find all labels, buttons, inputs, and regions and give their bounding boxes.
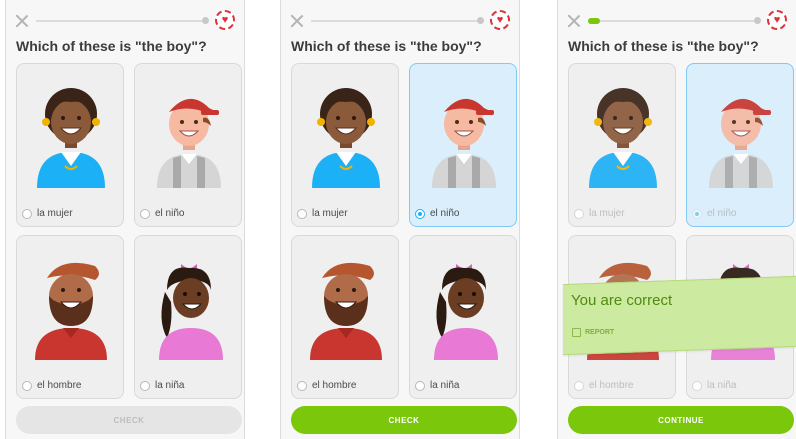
lesson-screen-3: ♥ Which of these is "the boy"? la mujer [557,0,796,439]
option-label: la mujer [37,208,73,219]
check-button[interactable]: CHECK [291,406,517,434]
radio-button [574,380,584,391]
top-bar: ♥ [281,8,519,36]
heart-icon: ♥ [767,10,787,30]
option-label: el hombre [312,380,357,391]
question-title: Which of these is "the boy"? [291,38,482,54]
option-label: el hombre [37,380,82,391]
option-label: el hombre [589,380,634,391]
option-label: la niña [155,380,185,391]
option-choice[interactable]: la mujer [22,208,73,219]
option-label: el niño [155,208,185,219]
option-card-el-nino: el niño [686,63,794,227]
option-choice[interactable]: la niña [140,380,184,391]
option-card-el-hombre[interactable]: el hombre [16,235,124,399]
top-bar: ♥ [558,8,796,36]
girl-avatar-icon [434,264,498,360]
radio-button [574,208,584,219]
option-choice: el niño [692,208,736,219]
top-bar: ♥ [6,8,244,36]
option-choice: la mujer [574,208,625,219]
radio-button-selected [692,208,702,219]
radio-button[interactable] [415,380,425,391]
close-icon[interactable] [567,14,581,28]
option-choice[interactable]: el niño [415,208,459,219]
radio-button[interactable] [22,380,32,391]
option-label: la mujer [589,208,625,219]
flag-icon [572,328,581,337]
option-card-la-nina[interactable]: la niña [409,235,517,399]
radio-button [692,380,702,391]
close-icon[interactable] [15,14,29,28]
progress-end-dot [477,17,484,24]
heart-icon: ♥ [215,10,235,30]
option-choice[interactable]: la niña [415,380,459,391]
boy-avatar-icon [432,98,496,188]
lesson-screen-2: ♥ Which of these is "the boy"? la mujer [280,0,520,439]
radio-button-selected[interactable] [415,208,425,219]
continue-button[interactable]: CONTINUE [568,406,794,434]
question-title: Which of these is "the boy"? [568,38,759,54]
radio-button[interactable] [140,208,150,219]
option-card-el-nino[interactable]: el niño [134,63,242,227]
boy-avatar-icon [157,98,221,188]
radio-button[interactable] [140,380,150,391]
option-label: el niño [707,208,737,219]
radio-button[interactable] [297,380,307,391]
option-card-el-nino[interactable]: el niño [409,63,517,227]
woman-avatar-icon [37,88,105,188]
question-title: Which of these is "the boy"? [16,38,207,54]
option-card-el-hombre[interactable]: el hombre [291,235,399,399]
option-choice[interactable]: el hombre [297,380,356,391]
man-avatar-icon [35,262,107,360]
option-choice: el hombre [574,380,633,391]
progress-bar [311,17,484,24]
report-link[interactable]: REPORT [572,328,614,337]
option-choice[interactable]: el hombre [22,380,81,391]
heart-icon: ♥ [490,10,510,30]
option-card-la-nina[interactable]: la niña [134,235,242,399]
progress-bar [588,17,761,24]
progress-end-dot [754,17,761,24]
woman-avatar-icon [312,88,380,188]
correct-feedback-banner: You are correct REPORT [563,275,796,356]
radio-button[interactable] [22,208,32,219]
progress-end-dot [202,17,209,24]
option-card-la-mujer[interactable]: la mujer [291,63,399,227]
option-label: la niña [707,380,737,391]
option-label: el niño [430,208,460,219]
boy-avatar-icon [709,98,773,188]
option-label: la mujer [312,208,348,219]
progress-fill [588,18,600,24]
option-choice[interactable]: la mujer [297,208,348,219]
girl-avatar-icon [159,264,223,360]
check-button[interactable]: CHECK [16,406,242,434]
report-label: REPORT [585,329,615,336]
radio-button[interactable] [297,208,307,219]
progress-bar [36,17,209,24]
feedback-title: You are correct [571,292,673,309]
man-avatar-icon [310,262,382,360]
woman-avatar-icon [589,88,657,188]
close-icon[interactable] [290,14,304,28]
option-card-la-mujer[interactable]: la mujer [16,63,124,227]
option-choice[interactable]: el niño [140,208,184,219]
option-label: la niña [430,380,460,391]
option-card-la-mujer: la mujer [568,63,676,227]
option-choice: la niña [692,380,736,391]
lesson-screen-1: ♥ Which of these is "the boy"? la mujer [5,0,245,439]
